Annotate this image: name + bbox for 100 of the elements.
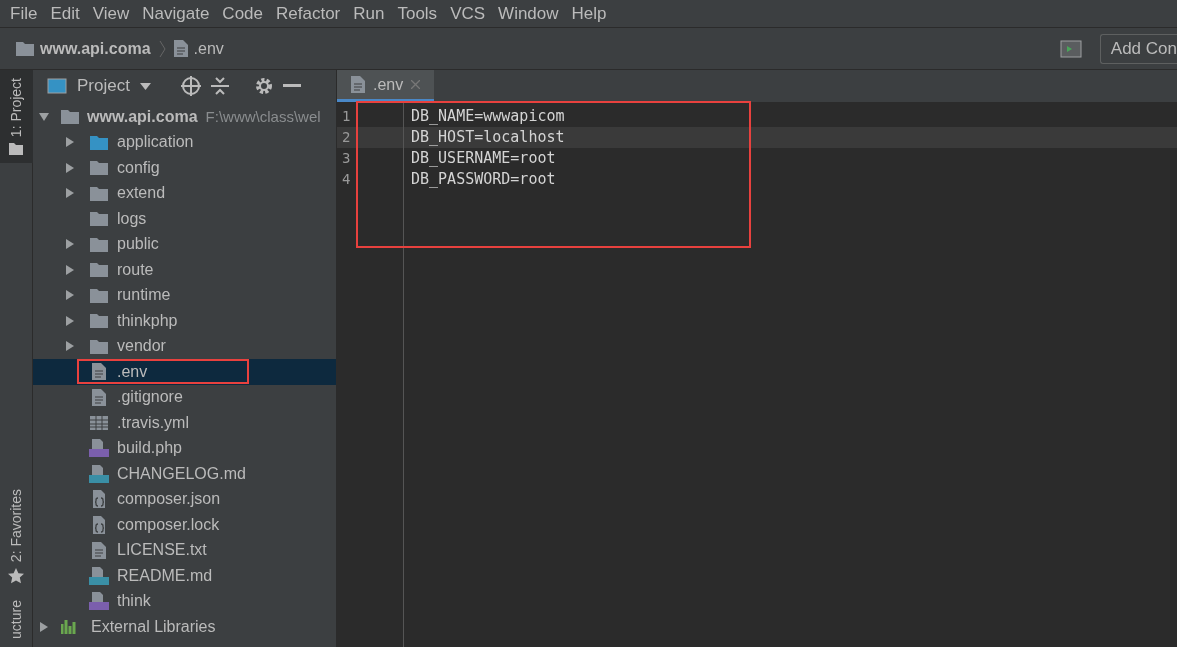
- folder-icon: [61, 109, 79, 125]
- panel-title[interactable]: Project: [77, 73, 130, 99]
- editor-tab[interactable]: .env: [337, 70, 435, 102]
- dropdown-arrow-icon[interactable]: [139, 82, 151, 90]
- php-file-icon: [89, 439, 109, 458]
- tree-item-label: README.md: [117, 565, 213, 586]
- tree-item-label: .gitignore: [117, 387, 183, 408]
- collapsed-arrow-icon[interactable]: [65, 264, 75, 275]
- tree-item-label: CHANGELOG.md: [117, 463, 246, 484]
- tree-item-label: build.php: [117, 438, 182, 459]
- collapsed-arrow-icon[interactable]: [65, 315, 75, 326]
- collapsed-arrow-icon[interactable]: [65, 162, 75, 173]
- menu-item[interactable]: View: [86, 0, 136, 27]
- folder-icon: [16, 41, 34, 56]
- menu-item[interactable]: VCS: [444, 0, 492, 27]
- tree-row[interactable]: logs: [33, 206, 336, 232]
- menu-item[interactable]: Refactor: [270, 0, 347, 27]
- menu-item[interactable]: Code: [216, 0, 269, 27]
- line-number: 4: [341, 170, 352, 189]
- collapsed-arrow-icon[interactable]: [65, 239, 75, 250]
- expanded-arrow-icon[interactable]: [39, 111, 49, 122]
- folder-icon: [90, 287, 108, 303]
- collapsed-arrow-icon[interactable]: [39, 621, 49, 632]
- collapsed-arrow-icon[interactable]: [65, 137, 75, 148]
- code-line: DB_USERNAME=root: [410, 148, 556, 170]
- line-number: 3: [341, 149, 352, 168]
- tree-item-label: vendor: [117, 336, 166, 357]
- tree-item-label: extend: [117, 183, 166, 204]
- collapse-icon[interactable]: [210, 77, 229, 95]
- menu-item[interactable]: Help: [565, 0, 613, 27]
- menu-item[interactable]: Window: [492, 0, 565, 27]
- tree-item-label: public: [117, 234, 159, 255]
- tree-row[interactable]: .travis.yml: [33, 410, 336, 436]
- tree-row[interactable]: extend: [33, 180, 336, 206]
- tree-item-label: composer.lock: [117, 514, 220, 535]
- line-number: 1: [341, 107, 352, 126]
- tree-row[interactable]: build.php: [33, 435, 336, 461]
- text-file-icon: [173, 40, 188, 57]
- tree-item-label: think: [117, 591, 151, 612]
- library-icon: [61, 619, 79, 634]
- menu-item[interactable]: Edit: [44, 0, 86, 27]
- tree-item-label: config: [117, 157, 160, 178]
- tree-item-label: LICENSE.txt: [117, 540, 207, 561]
- menu-item[interactable]: File: [4, 0, 44, 27]
- text-file-icon: [92, 541, 106, 559]
- tree-row[interactable]: CHANGELOG.md: [33, 461, 336, 487]
- tree-row[interactable]: LICENSE.txt: [33, 537, 336, 563]
- json-file-icon: [90, 515, 108, 534]
- tool-window-tab[interactable]: 2: Favorites: [0, 480, 33, 593]
- locate-icon[interactable]: [180, 76, 201, 96]
- folder-icon: [90, 160, 108, 176]
- folder-icon: [9, 143, 23, 156]
- tree-row[interactable]: composer.json: [33, 486, 336, 512]
- text-file-icon: [351, 76, 365, 93]
- folder-icon: [90, 211, 108, 227]
- text-file-icon: [92, 388, 106, 406]
- json-file-icon: [90, 490, 108, 509]
- breadcrumb-item[interactable]: www.api.coma: [40, 36, 151, 61]
- menu-item[interactable]: Tools: [391, 0, 444, 27]
- folder-icon: [90, 134, 108, 150]
- breadcrumb-item[interactable]: .env: [193, 36, 224, 61]
- run-config-button[interactable]: Add Con: [1099, 33, 1177, 64]
- tree-item-label: application: [117, 132, 194, 153]
- tree-item-label: route: [117, 259, 154, 280]
- markdown-file-icon: [89, 464, 109, 483]
- collapsed-arrow-icon[interactable]: [65, 188, 75, 199]
- folder-icon: [90, 262, 108, 278]
- collapsed-arrow-icon[interactable]: [65, 341, 75, 352]
- tree-row[interactable]: route: [33, 257, 336, 283]
- tree-row[interactable]: application: [33, 129, 336, 155]
- terminal-icon[interactable]: [1059, 39, 1082, 58]
- tree-item-label: runtime: [117, 285, 171, 306]
- chevron-icon: [158, 40, 166, 57]
- tree-row[interactable]: config: [33, 155, 336, 181]
- tree-row[interactable]: thinkphp: [33, 308, 336, 334]
- tree-row[interactable]: .gitignore: [33, 384, 336, 410]
- tree-item-label: .travis.yml: [117, 412, 189, 433]
- tree-item[interactable]: www.api.coma: [87, 104, 198, 129]
- markdown-file-icon: [89, 566, 109, 585]
- tree-row[interactable]: README.md: [33, 563, 336, 589]
- tree-row[interactable]: composer.lock: [33, 512, 336, 538]
- hide-icon[interactable]: [282, 84, 301, 88]
- menu-item[interactable]: Run: [347, 0, 391, 27]
- tool-window-tab[interactable]: 1: Project: [0, 70, 33, 164]
- folder-icon: [90, 236, 108, 252]
- tree-row[interactable]: vendor: [33, 333, 336, 359]
- tree-row[interactable]: runtime: [33, 282, 336, 308]
- menu-item[interactable]: Navigate: [136, 0, 216, 27]
- table-file-icon: [90, 414, 108, 431]
- settings-icon[interactable]: [254, 77, 273, 95]
- tree-item-label: logs: [117, 208, 147, 229]
- collapsed-arrow-icon[interactable]: [65, 290, 75, 301]
- tree-row[interactable]: think: [33, 588, 336, 614]
- text-file-icon: [92, 363, 106, 381]
- tool-window-tab[interactable]: ucture: [0, 592, 33, 647]
- tree-row[interactable]: public: [33, 231, 336, 257]
- tree-row[interactable]: .env: [33, 359, 336, 385]
- php-file-icon: [89, 592, 109, 611]
- tree-item-label: thinkphp: [117, 310, 178, 331]
- tree-item[interactable]: External Libraries: [91, 614, 216, 639]
